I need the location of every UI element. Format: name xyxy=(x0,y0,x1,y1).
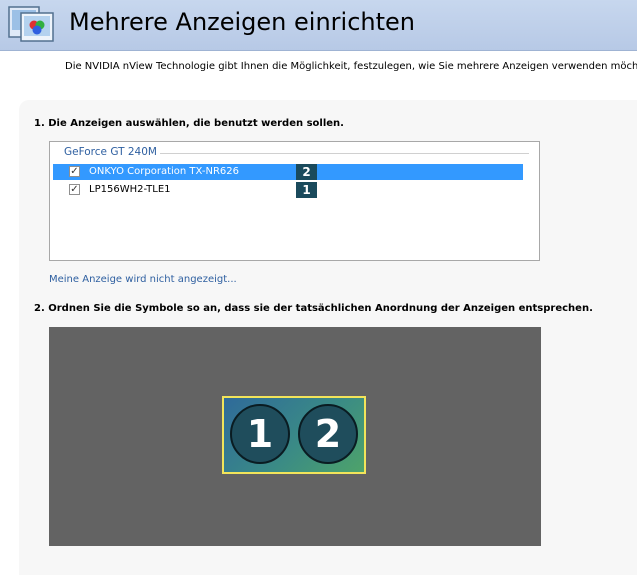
intro-text: Die NVIDIA nView Technologie gibt Ihnen … xyxy=(65,61,637,72)
display-checkbox[interactable]: ✓ xyxy=(69,184,80,195)
step2-heading: 2. Ordnen Sie die Symbole so an, dass si… xyxy=(34,303,593,314)
page-header: Mehrere Anzeigen einrichten xyxy=(0,0,637,51)
group-divider xyxy=(160,153,529,154)
display-not-shown-link[interactable]: Meine Anzeige wird nicht angezeigt... xyxy=(49,274,237,285)
display-group[interactable]: 1 2 xyxy=(222,396,366,474)
display-checkbox[interactable]: ✓ xyxy=(69,166,80,177)
arrangement-canvas[interactable]: 1 2 xyxy=(49,327,541,546)
display-label: ONKYO Corporation TX-NR626 xyxy=(89,166,239,177)
display-number-badge: 2 xyxy=(296,164,317,180)
display-row[interactable]: ✓ LP156WH2-TLE1 1 xyxy=(53,182,523,198)
gpu-group-label: GeForce GT 240M xyxy=(64,146,157,158)
display-label: LP156WH2-TLE1 xyxy=(89,184,171,195)
display-icon-2[interactable]: 2 xyxy=(298,404,358,464)
display-icon-1[interactable]: 1 xyxy=(230,404,290,464)
display-list[interactable]: GeForce GT 240M ✓ ONKYO Corporation TX-N… xyxy=(49,141,540,261)
display-row[interactable]: ✓ ONKYO Corporation TX-NR626 2 xyxy=(53,164,523,180)
nvidia-displays-icon xyxy=(8,6,54,42)
step1-heading: 1. Die Anzeigen auswählen, die benutzt w… xyxy=(34,118,344,129)
display-number-badge: 1 xyxy=(296,182,317,198)
page-title: Mehrere Anzeigen einrichten xyxy=(69,8,415,36)
